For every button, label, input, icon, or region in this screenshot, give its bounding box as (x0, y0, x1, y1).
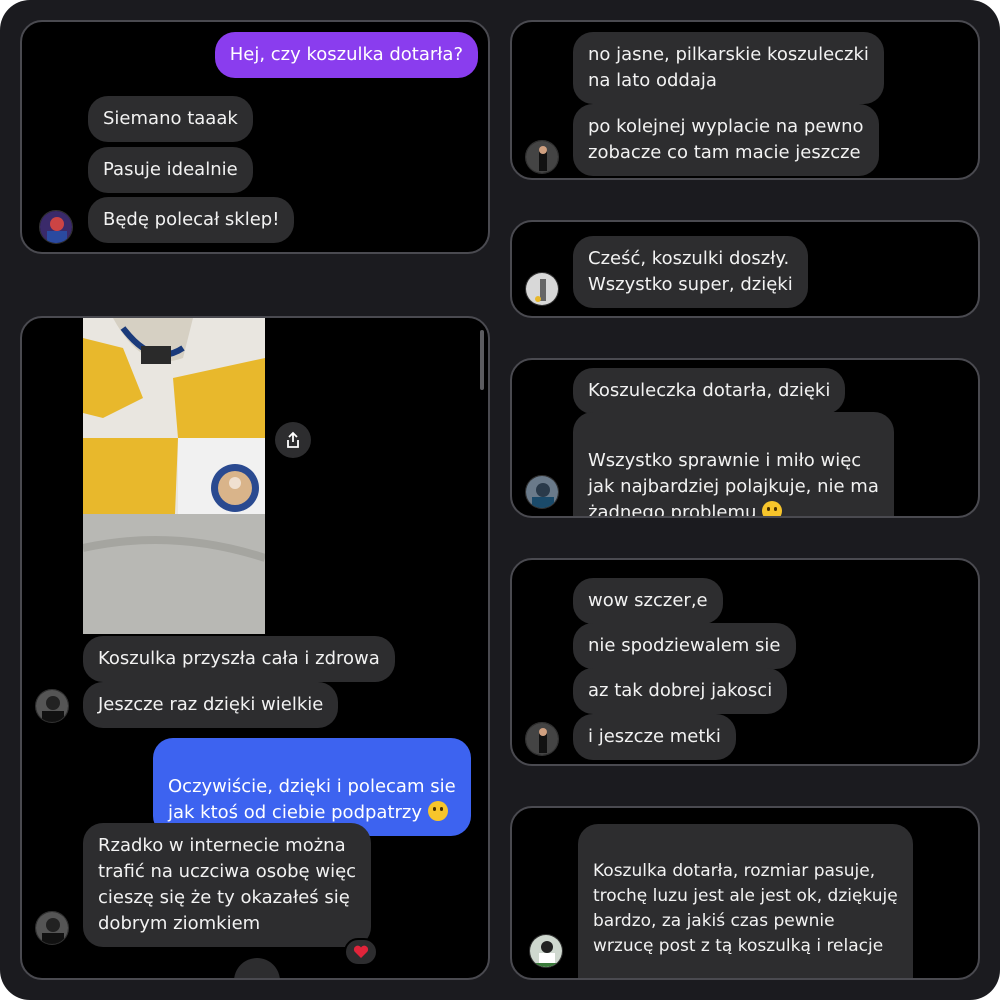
incoming-message[interactable]: nie spodziewalem sie (573, 623, 796, 669)
incoming-message[interactable]: Będę polecał sklep! (88, 197, 295, 243)
chat-card-3: no jasne, pilkarskie koszuleczki na lato… (510, 20, 980, 180)
outgoing-message[interactable]: Hej, czy koszulka dotarła? (214, 32, 478, 78)
incoming-message[interactable]: i jeszcze metki (573, 714, 736, 760)
share-icon (287, 431, 299, 448)
scroll-down-button[interactable] (234, 958, 280, 978)
incoming-message[interactable]: Cześć, koszulki doszły. Wszystko super, … (573, 236, 808, 308)
incoming-message-text: Wszystko sprawnie i miło więc jak najbar… (588, 450, 879, 518)
outgoing-message[interactable]: Oczywiście, dzięki i polecam sie jak kto… (153, 738, 471, 836)
avatar[interactable] (35, 689, 69, 723)
chat-card-7: Koszulka dotarła, rozmiar pasuje, trochę… (510, 806, 980, 980)
reaction-badge[interactable] (344, 938, 378, 966)
avatar[interactable] (529, 934, 563, 968)
grinning-face-icon (427, 801, 448, 821)
avatar[interactable] (525, 475, 559, 509)
incoming-message[interactable]: Koszulka przyszła cała i zdrowa (83, 636, 395, 682)
incoming-message[interactable]: no jasne, pilkarskie koszuleczki na lato… (573, 32, 884, 104)
shirt-photo[interactable] (83, 318, 265, 634)
avatar[interactable] (525, 272, 559, 306)
avatar[interactable] (525, 722, 559, 756)
incoming-message-text: Koszulka dotarła, rozmiar pasuje, trochę… (593, 861, 898, 956)
incoming-message[interactable]: Siemano taaak (88, 96, 253, 142)
heart-icon (353, 945, 369, 958)
chat-card-1: Hej, czy koszulka dotarła? Siemano taaak… (20, 20, 490, 254)
avatar[interactable] (35, 911, 69, 945)
avatar[interactable] (525, 140, 559, 174)
incoming-message[interactable]: Koszuleczka dotarła, dzięki (573, 368, 846, 414)
incoming-message[interactable]: Wszystko sprawnie i miło więc jak najbar… (573, 412, 894, 518)
chat-card-2: Koszulka przyszła cała i zdrowa Jeszcze … (20, 316, 490, 980)
chat-card-6: wow szczer,e nie spodziewalem sie az tak… (510, 558, 980, 766)
incoming-message[interactable]: wow szczer,e (573, 578, 723, 624)
avatar[interactable] (39, 210, 73, 244)
chat-card-5: Koszuleczka dotarła, dzięki Wszystko spr… (510, 358, 980, 518)
share-button[interactable] (275, 422, 311, 458)
incoming-message[interactable]: Koszulka dotarła, rozmiar pasuje, trochę… (578, 824, 913, 978)
incoming-message[interactable]: po kolejnej wyplacie na pewno zobacze co… (573, 104, 879, 176)
incoming-message[interactable]: az tak dobrej jakosci (573, 668, 788, 714)
incoming-message[interactable]: Pasuje idealnie (88, 147, 253, 193)
scrollbar[interactable] (480, 330, 484, 390)
incoming-message[interactable]: Jeszcze raz dzięki wielkie (83, 682, 339, 728)
collage-canvas: Hej, czy koszulka dotarła? Siemano taaak… (0, 0, 1000, 1000)
winking-face-icon (762, 501, 783, 516)
outgoing-message-text: Oczywiście, dzięki i polecam sie jak kto… (168, 776, 456, 823)
incoming-message[interactable]: Rzadko w internecie można trafić na uczc… (83, 823, 372, 947)
chat-card-4: Cześć, koszulki doszły. Wszystko super, … (510, 220, 980, 318)
